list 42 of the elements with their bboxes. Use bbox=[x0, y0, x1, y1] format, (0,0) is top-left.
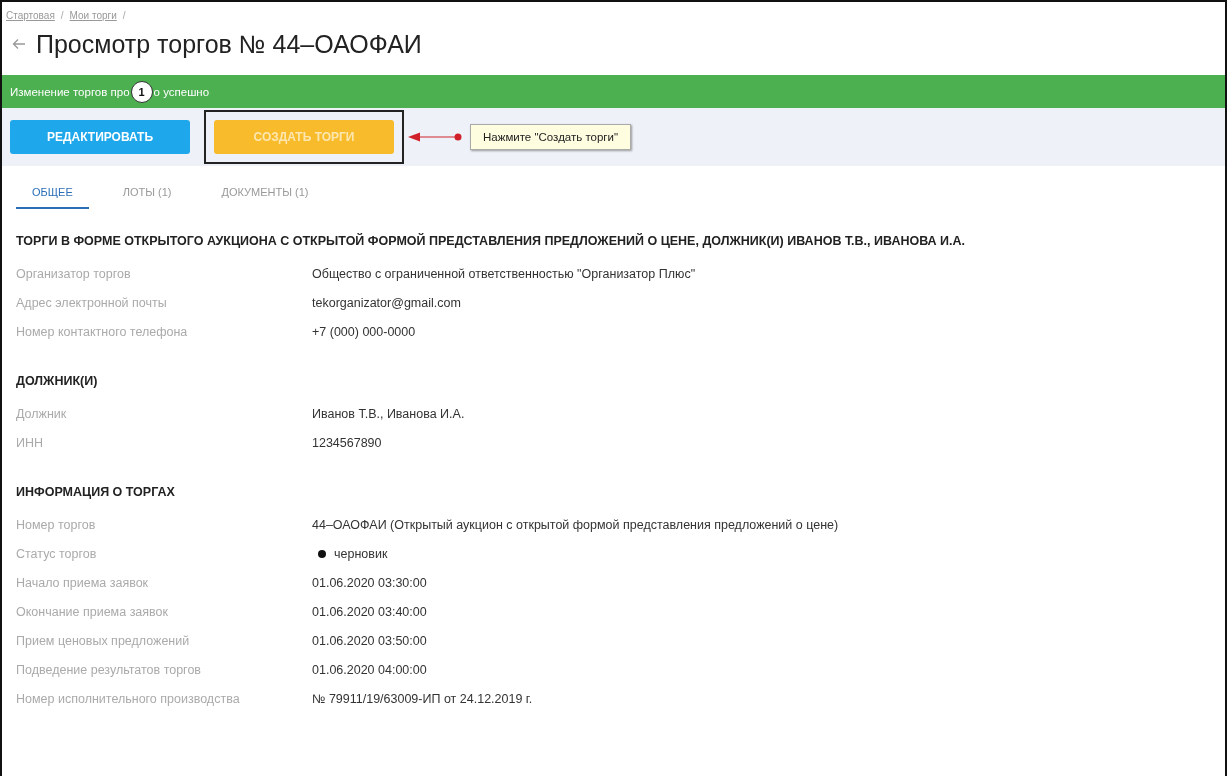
field-value: +7 (000) 000-0000 bbox=[312, 324, 417, 339]
field-label: Организатор торгов bbox=[16, 266, 132, 281]
field-value: 01.06.2020 03:50:00 bbox=[312, 633, 428, 648]
back-arrow-icon[interactable] bbox=[12, 38, 26, 50]
section-heading: ИНФОРМАЦИЯ О ТОРГАХ bbox=[16, 484, 176, 501]
field-value: черновик bbox=[334, 546, 388, 561]
breadcrumb-separator: / bbox=[60, 10, 64, 21]
field-value: 1234567890 bbox=[312, 435, 383, 450]
banner-text: Изменение торгов про bbox=[10, 85, 130, 98]
tab[interactable]: ДОКУМЕНТЫ (1) bbox=[205, 178, 325, 209]
breadcrumb-link[interactable]: Стартовая bbox=[6, 10, 55, 21]
field-label: Номер торгов bbox=[16, 517, 97, 532]
step-marker: 1 bbox=[130, 80, 153, 103]
field-value: 44–ОАОФАИ (Открытый аукцион с открытой формой представления предложений о цене) bbox=[312, 517, 840, 532]
field-label: Прием ценовых предложений bbox=[16, 633, 191, 648]
field-label: ИНН bbox=[16, 435, 45, 450]
callout-note: Нажмите "Создать торги" bbox=[470, 124, 632, 150]
page-title: Просмотр торгов № 44–ОАОФАИ bbox=[36, 29, 422, 59]
field-label: Окончание приема заявок bbox=[16, 604, 169, 619]
callout-arrow bbox=[408, 130, 462, 144]
field-label: Должник bbox=[16, 406, 68, 421]
field-label: Номер исполнительного производства bbox=[16, 691, 241, 706]
field-label: Подведение результатов торгов bbox=[16, 662, 202, 677]
field-value: 01.06.2020 03:30:00 bbox=[312, 575, 428, 590]
field-value: № 79911/19/63009-ИП от 24.12.2019 г. bbox=[312, 691, 534, 706]
breadcrumb-link[interactable]: Мои торги bbox=[69, 10, 117, 21]
field-label: Начало приема заявок bbox=[16, 575, 150, 590]
tab[interactable]: ОБЩЕЕ bbox=[16, 178, 89, 209]
edit-button[interactable]: РЕДАКТИРОВАТЬ bbox=[10, 120, 190, 154]
section-heading: ДОЛЖНИК(И) bbox=[16, 373, 99, 390]
field-label: Номер контактного телефона bbox=[16, 324, 189, 339]
tab[interactable]: ЛОТЫ (1) bbox=[106, 178, 188, 209]
breadcrumb-separator: / bbox=[122, 10, 126, 21]
field-value: Общество с ограниченной ответственностью "Организатор Плюс" bbox=[312, 266, 697, 281]
field-value: tekorganizator@gmail.com bbox=[312, 295, 462, 310]
section-heading: ТОРГИ В ФОРМЕ ОТКРЫТОГО АУКЦИОНА С ОТКРЫТОЙ ФОРМОЙ ПРЕДСТАВЛЕНИЯ ПРЕДЛОЖЕНИЙ О ЦЕНЕ, ДОЛЖНИК(И) ИВАНОВ Т.В., ИВАНОВА И.А. bbox=[16, 232, 967, 250]
field-label: Статус торгов bbox=[16, 546, 98, 561]
field-value: Иванов Т.В., Иванова И.А. bbox=[312, 406, 466, 421]
field-value: 01.06.2020 03:40:00 bbox=[312, 604, 428, 619]
field-label: Адрес электронной почты bbox=[16, 295, 168, 310]
field-value: 01.06.2020 04:00:00 bbox=[312, 662, 428, 677]
banner-text: о успешно bbox=[153, 85, 210, 98]
